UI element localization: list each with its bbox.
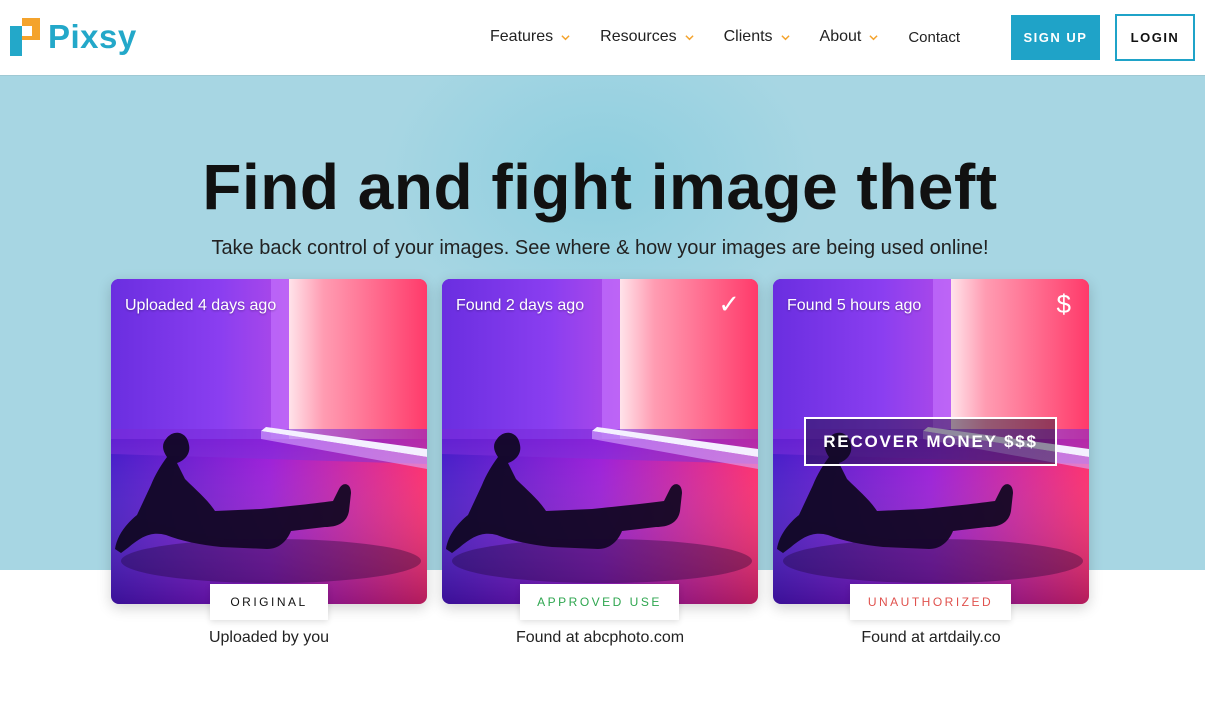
hero-subtitle: Take back control of your images. See wh… [211,237,989,259]
nav-item-label: Resources [600,28,677,45]
card-timestamp: Found 2 days ago [456,297,585,314]
card-caption: Found at artdaily.co [861,629,1001,646]
image-card-approved[interactable]: Found 2 days ago ✓ [442,279,758,604]
nav-item-clients[interactable]: Clients [724,28,790,46]
card-caption: Found at abcphoto.com [515,629,685,646]
photo-image [111,279,427,604]
dollar-icon: $ [1056,289,1071,319]
status-badge-original: ORIGINAL [210,584,328,620]
photo-image [442,279,758,604]
login-button[interactable]: LOGIN [1115,14,1195,61]
hero-title: Find and fight image theft [202,151,998,223]
site-header: Pixsy Features Resources Clients About C… [0,0,1205,76]
checkmark-icon: ✓ [718,289,740,319]
image-card-original[interactable]: Uploaded 4 days ago [111,279,427,604]
status-badge-unauthorized: UNAUTHORIZED [850,584,1011,620]
nav-item-resources[interactable]: Resources [600,28,694,46]
card-caption: Uploaded by you [208,629,330,646]
nav-item-features[interactable]: Features [490,28,570,46]
main-nav: Features Resources Clients About Contact [490,26,960,48]
logo-text: Pixsy [48,18,137,55]
pixsy-logo-icon [10,18,42,56]
chevron-down-icon [561,34,570,40]
card-timestamp: Uploaded 4 days ago [125,297,277,314]
recover-money-button[interactable]: RECOVER MONEY $$$ [804,417,1057,466]
logo[interactable]: Pixsy [10,18,137,56]
chevron-down-icon [685,34,694,40]
sign-up-button[interactable]: SIGN UP [1011,15,1100,60]
nav-item-about[interactable]: About [820,28,879,46]
status-badge-approved: APPROVED USE [520,584,679,620]
image-card-unauthorized[interactable]: Found 5 hours ago $ RECOVER MONEY $$$ [773,279,1089,604]
chevron-down-icon [869,34,878,40]
nav-item-contact[interactable]: Contact [908,29,960,46]
nav-item-label: Contact [908,28,961,46]
card-timestamp: Found 5 hours ago [787,297,922,314]
nav-item-label: About [819,28,862,45]
chevron-down-icon [780,34,790,40]
nav-item-label: Features [490,28,554,45]
nav-item-label: Clients [723,28,773,45]
